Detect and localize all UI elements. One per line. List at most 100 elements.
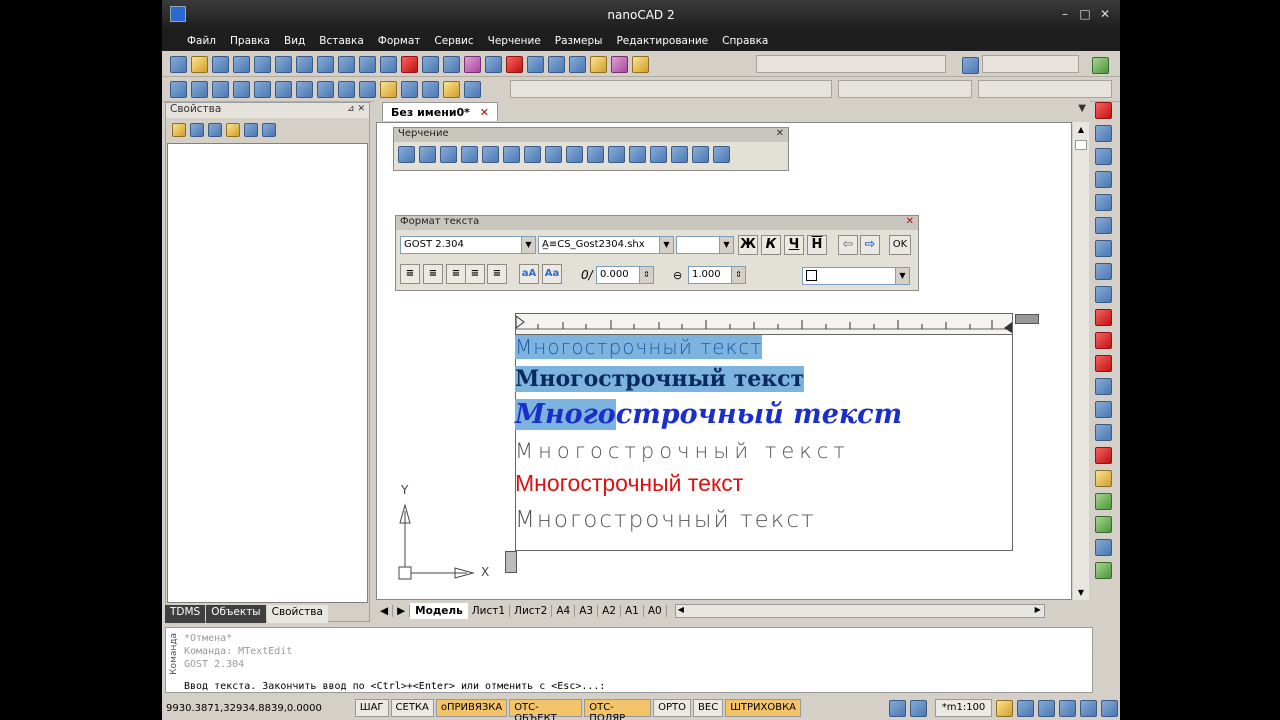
join-icon[interactable] [1094, 378, 1112, 395]
menu-modify[interactable]: Редактирование [609, 35, 715, 47]
align-center-icon[interactable]: ≡ [423, 264, 443, 284]
zoom-window-icon[interactable] [506, 56, 523, 73]
copy-object-icon[interactable] [1094, 125, 1112, 142]
horizontal-scrollbar[interactable]: ◀ ▶ [674, 604, 1045, 618]
sphere-icon[interactable] [1094, 539, 1112, 556]
cut-icon[interactable] [317, 56, 334, 73]
zoom-extents-icon[interactable] [548, 56, 565, 73]
tab-sheet2[interactable]: Лист2 [510, 605, 553, 617]
dimension-linear-icon[interactable] [233, 81, 250, 98]
command-prompt[interactable]: Ввод текста. Закончить ввод по <Ctrl>+<E… [184, 681, 605, 692]
group-icon[interactable] [1094, 493, 1112, 510]
block-edit-icon[interactable] [401, 81, 418, 98]
tab-properties[interactable]: Свойства [266, 605, 328, 623]
ungroup-icon[interactable] [1094, 516, 1112, 533]
save-icon[interactable] [212, 56, 229, 73]
expand-icon[interactable] [172, 122, 186, 137]
scroll-up-icon[interactable]: ▲ [1073, 122, 1089, 137]
tab-scroll-right-icon[interactable]: ▶ [393, 605, 411, 617]
chamfer-icon[interactable] [1094, 401, 1112, 418]
select-icon[interactable] [212, 81, 229, 98]
tab-a2[interactable]: A2 [598, 605, 621, 617]
pan-icon[interactable] [464, 56, 481, 73]
align-icon[interactable] [359, 81, 376, 98]
annotation-scale[interactable]: *m1:100 [935, 699, 993, 717]
minimize-icon[interactable]: – [1058, 7, 1072, 21]
publish-icon[interactable] [275, 56, 292, 73]
copy-icon[interactable] [338, 56, 355, 73]
drawing-toolbar-header[interactable]: Черчение ✕ [394, 128, 788, 142]
status-annot-icon[interactable] [996, 700, 1014, 717]
print-preview-icon[interactable] [233, 56, 250, 73]
lock-icon[interactable] [262, 122, 276, 137]
spline-icon[interactable] [566, 146, 583, 163]
polyline-icon[interactable] [440, 146, 457, 163]
uppercase-button[interactable]: aA [519, 264, 539, 284]
plot-icon[interactable] [254, 56, 271, 73]
explode-block-icon[interactable] [1094, 470, 1112, 487]
text-height-select[interactable]: ▼ [676, 236, 734, 254]
lineweight-combo[interactable] [838, 80, 972, 98]
close-icon[interactable]: ✕ [1098, 7, 1112, 21]
calculator-icon[interactable] [590, 56, 607, 73]
toggle-osnap[interactable]: оПРИВЯЗКА [435, 699, 508, 717]
menu-format[interactable]: Формат [371, 35, 428, 47]
status-grid-icon[interactable] [910, 700, 928, 717]
tab-tdms[interactable]: TDMS [165, 605, 206, 623]
zoom-icon[interactable] [485, 56, 502, 73]
tab-a1[interactable]: A1 [621, 605, 644, 617]
distance-icon[interactable] [569, 56, 586, 73]
panel-pin-close-icon[interactable]: ⊿ ✕ [347, 104, 365, 114]
menu-view[interactable]: Вид [277, 35, 312, 47]
underline-button[interactable]: Ч [784, 235, 804, 255]
ray-icon[interactable] [419, 146, 436, 163]
open-file-icon[interactable] [191, 56, 208, 73]
rectangle-icon[interactable] [482, 146, 499, 163]
text-style-select[interactable]: GOST 2.304 ▼ [400, 236, 536, 254]
status-zoom-ext-icon[interactable] [1038, 700, 1056, 717]
toggle-ortho[interactable]: ОРТО [653, 699, 692, 717]
maximize-icon[interactable]: □ [1078, 7, 1092, 21]
select-filter-icon[interactable] [226, 122, 240, 137]
explode-icon[interactable] [1094, 447, 1112, 464]
layer-tool-icon[interactable] [1094, 562, 1112, 579]
point-icon[interactable] [671, 146, 688, 163]
tab-sheet1[interactable]: Лист1 [468, 605, 511, 617]
text-format-header[interactable]: Формат текста ✕ [396, 216, 918, 230]
mtext-line-6[interactable]: Многострочный текст [515, 507, 816, 533]
redo-text-icon[interactable]: ⇨ [860, 235, 880, 255]
hatch-icon[interactable] [608, 146, 625, 163]
mtext-line-1[interactable]: Многострочный текст [515, 335, 763, 359]
status-model-icon[interactable] [889, 700, 907, 717]
trim-icon[interactable] [338, 81, 355, 98]
circle-icon[interactable] [524, 146, 541, 163]
move-icon[interactable] [296, 81, 313, 98]
mtext-line-2[interactable]: Многострочный текст [515, 366, 805, 392]
mtext-ruler[interactable] [515, 313, 1013, 335]
toggle-lineweight[interactable]: ВЕС [693, 699, 724, 717]
properties-content[interactable] [167, 143, 368, 603]
table-icon[interactable] [692, 146, 709, 163]
layer-prev-icon[interactable] [962, 57, 979, 74]
move-object-icon[interactable] [1094, 217, 1112, 234]
ok-button[interactable]: OK [889, 235, 911, 255]
text-icon[interactable] [713, 146, 730, 163]
status-zoom-icon[interactable] [1017, 700, 1035, 717]
rotate-icon[interactable] [1094, 240, 1112, 257]
quick-select-icon[interactable] [208, 122, 222, 137]
new-file-icon[interactable] [170, 56, 187, 73]
menu-insert[interactable]: Вставка [312, 35, 371, 47]
status-window-icon[interactable] [1080, 700, 1098, 717]
menu-file[interactable]: Файл [180, 35, 223, 47]
toggle-polar[interactable]: ОТС-ПОЛЯР [584, 699, 652, 720]
tab-model[interactable]: Модель [410, 603, 468, 619]
vertical-scrollbar[interactable]: ▲ ▼ [1073, 122, 1089, 600]
italic-button[interactable]: К [761, 235, 781, 255]
break-icon[interactable] [1094, 355, 1112, 372]
tab-a0[interactable]: A0 [644, 605, 667, 617]
trim-object-icon[interactable] [1094, 309, 1112, 326]
array-icon[interactable] [1094, 194, 1112, 211]
tab-a4[interactable]: A4 [552, 605, 576, 617]
angle-icon[interactable] [317, 81, 334, 98]
text-color-select[interactable]: ▼ [802, 267, 910, 285]
